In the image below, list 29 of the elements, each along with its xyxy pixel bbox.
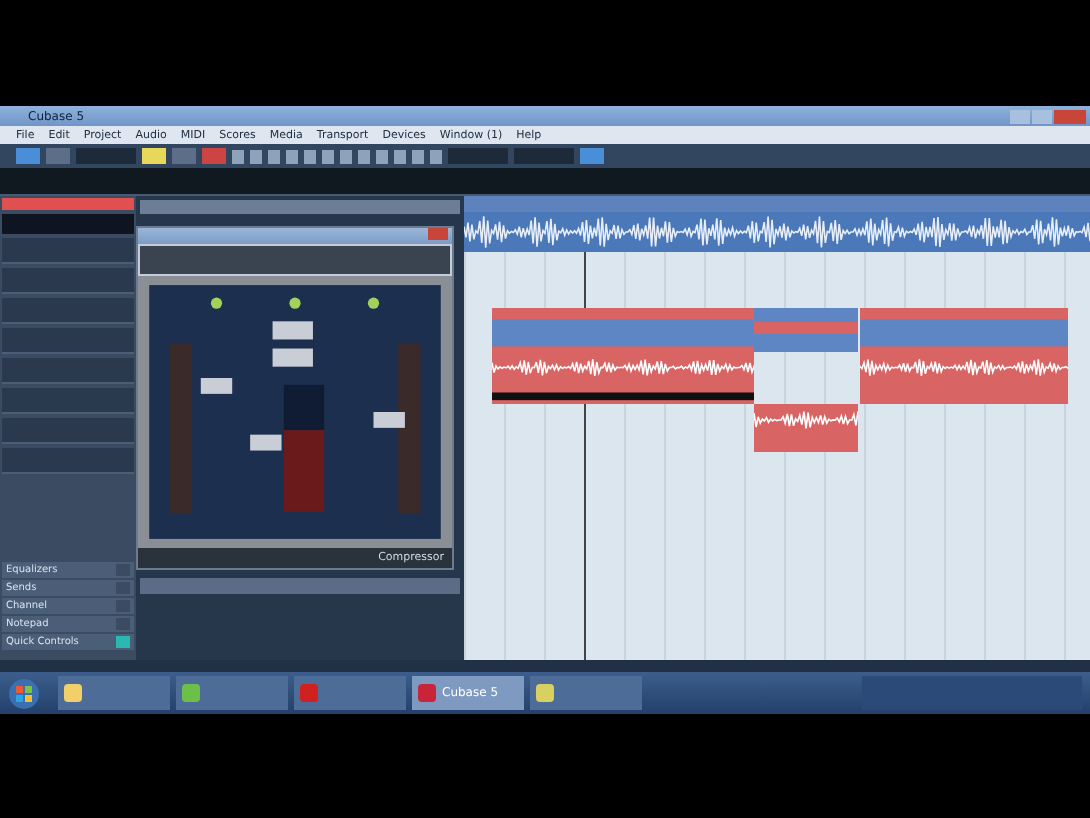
track-header[interactable] bbox=[2, 198, 134, 210]
start-button[interactable] bbox=[8, 677, 40, 709]
minimize-button[interactable] bbox=[1010, 109, 1030, 123]
dropdown[interactable] bbox=[76, 148, 136, 164]
track-header[interactable] bbox=[140, 578, 460, 594]
toggle[interactable] bbox=[116, 636, 130, 648]
toolbar-button[interactable] bbox=[580, 148, 604, 164]
close-button[interactable] bbox=[1054, 109, 1086, 123]
toolbar-button[interactable] bbox=[46, 148, 70, 164]
toolbar-button[interactable] bbox=[16, 148, 40, 164]
taskbar-button[interactable] bbox=[176, 676, 288, 710]
insert-slot[interactable] bbox=[2, 268, 134, 294]
taskbar-button[interactable] bbox=[58, 676, 170, 710]
close-button[interactable] bbox=[428, 228, 448, 240]
insert-slot[interactable] bbox=[2, 388, 134, 414]
audio-event[interactable] bbox=[492, 308, 754, 404]
insert-slot[interactable] bbox=[2, 448, 134, 474]
taskbar-button[interactable] bbox=[530, 676, 642, 710]
play-button[interactable] bbox=[172, 148, 196, 164]
toolbar-button[interactable] bbox=[142, 148, 166, 164]
insert-slot[interactable] bbox=[2, 238, 134, 264]
insert-slot[interactable] bbox=[2, 214, 134, 234]
insert-slot[interactable] bbox=[2, 328, 134, 354]
insert-slot[interactable] bbox=[2, 358, 134, 384]
maximize-button[interactable] bbox=[1032, 109, 1052, 123]
insert-slot[interactable] bbox=[2, 418, 134, 444]
track-header[interactable] bbox=[140, 200, 460, 214]
insert-slot[interactable] bbox=[2, 298, 134, 324]
dropdown[interactable] bbox=[514, 148, 574, 164]
